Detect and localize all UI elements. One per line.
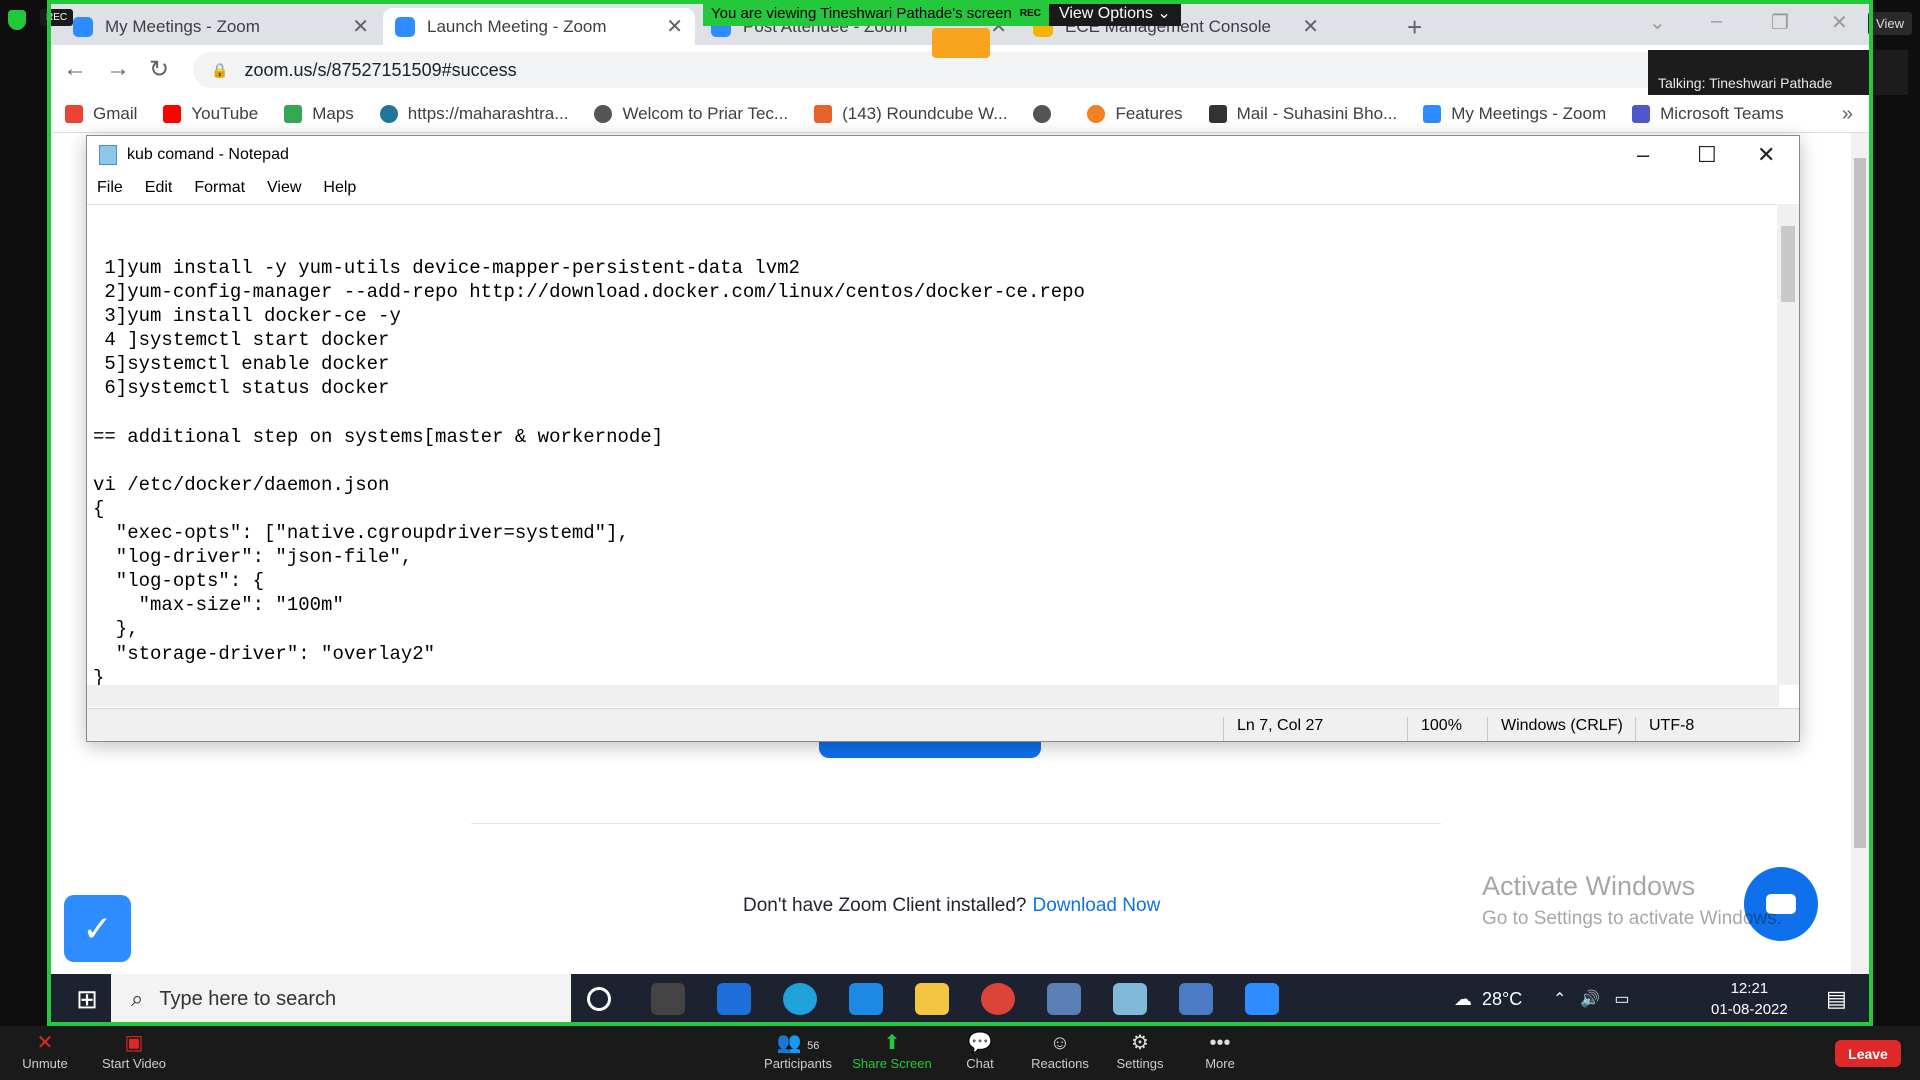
chat-icon: 💬 (967, 1032, 993, 1054)
shared-screen: My Meetings - Zoom ✕ Launch Meeting - Zo… (0, 0, 1920, 1026)
reactions-button[interactable]: ☺ Reactions (1015, 1030, 1105, 1071)
unmute-button[interactable]: ✕ Unmute (0, 1030, 90, 1071)
more-button[interactable]: ••• More (1175, 1030, 1265, 1071)
view-button[interactable]: View (1868, 12, 1912, 35)
gear-icon: ⚙ (1131, 1032, 1149, 1054)
start-video-button[interactable]: ▣ Start Video (89, 1030, 179, 1071)
participants-button[interactable]: 👥 56 Participants (753, 1030, 843, 1071)
share-screen-icon: ⬆ (883, 1032, 901, 1054)
share-border (47, 0, 1873, 1026)
muted-mic-icon: ✕ (36, 1032, 54, 1054)
reactions-icon: ☺ (1049, 1032, 1071, 1054)
video-off-icon: ▣ (124, 1032, 144, 1054)
more-dots-icon: ••• (1209, 1032, 1231, 1054)
leave-button[interactable]: Leave (1835, 1040, 1901, 1067)
settings-button[interactable]: ⚙ Settings (1095, 1030, 1185, 1071)
share-screen-button[interactable]: ⬆ Share Screen (847, 1030, 937, 1071)
zoom-meeting-controls: ✕ Unmute ▣ Start Video 👥 56 Participants… (0, 1026, 1920, 1080)
participants-icon: 👥 56 (776, 1032, 820, 1054)
security-shield-icon[interactable] (8, 10, 26, 30)
chat-button[interactable]: 💬 Chat (935, 1030, 1025, 1071)
